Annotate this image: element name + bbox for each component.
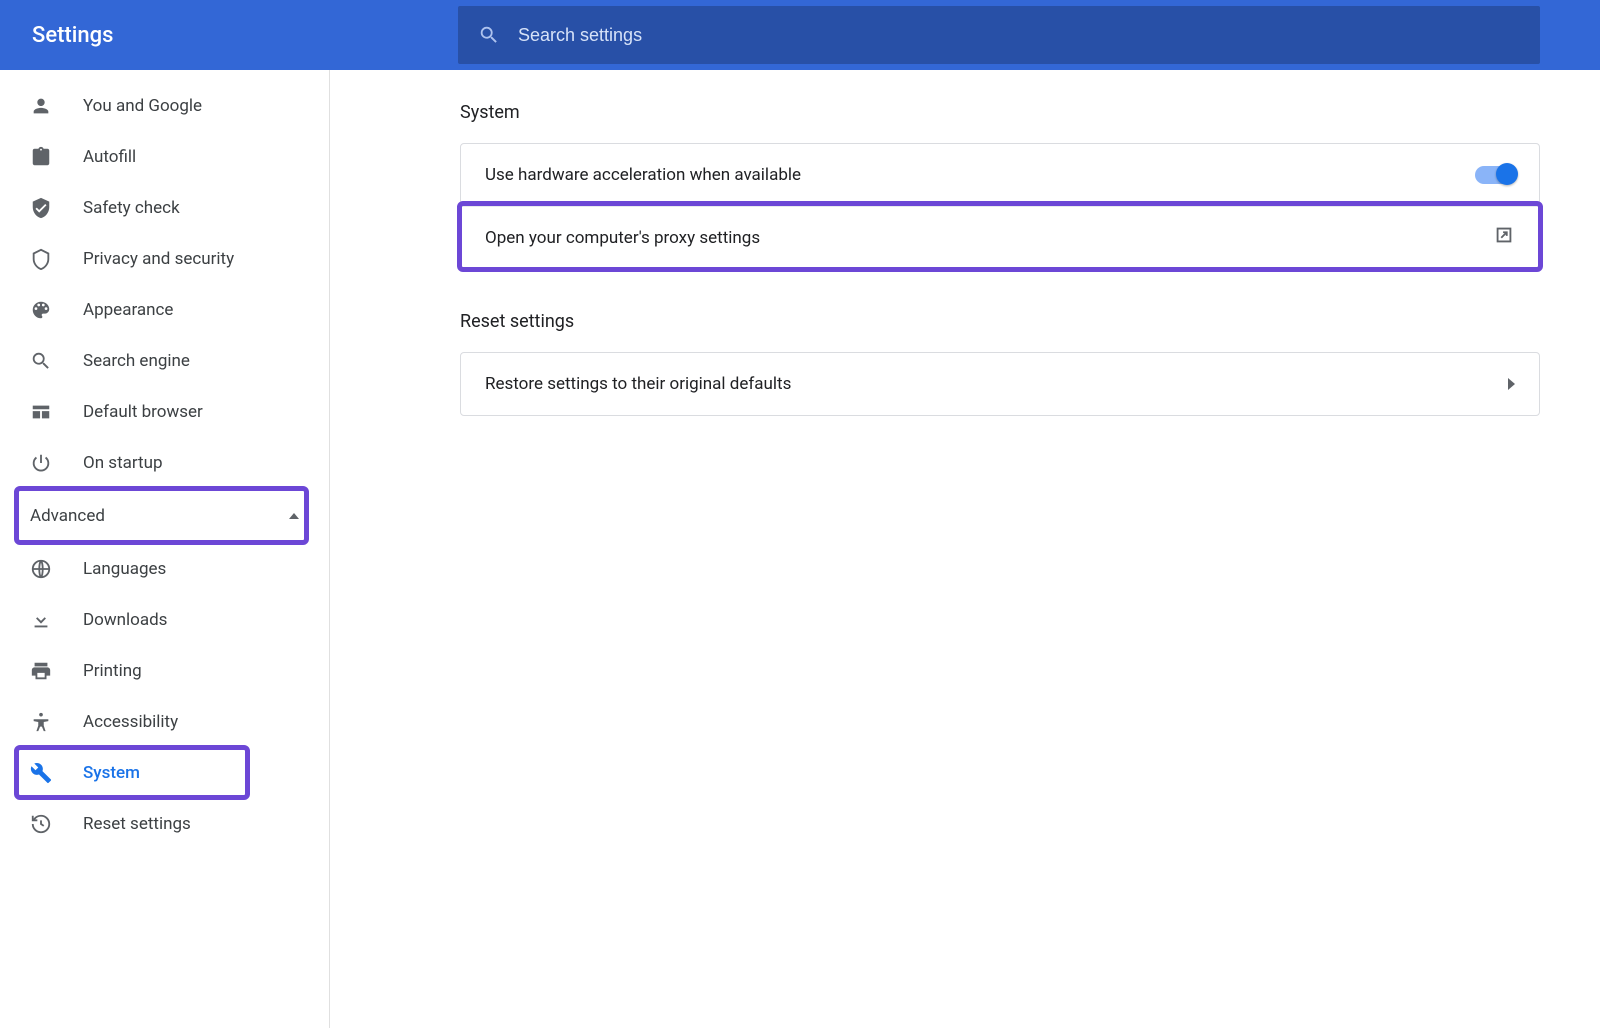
- printer-icon: [30, 660, 52, 682]
- shield-check-icon: [30, 197, 52, 219]
- accessibility-icon: [30, 711, 52, 733]
- header-toolbar: Settings: [0, 0, 1600, 70]
- toggle-thumb: [1496, 163, 1518, 185]
- sidebar-label: Appearance: [83, 300, 173, 320]
- sidebar-label: Search engine: [83, 351, 190, 371]
- clipboard-icon: [30, 146, 52, 168]
- settings-sidebar: You and Google Autofill Safety check Pri…: [0, 70, 330, 1028]
- sidebar-label: Privacy and security: [83, 249, 234, 269]
- person-icon: [30, 95, 52, 117]
- globe-icon: [30, 558, 52, 580]
- page-title: Settings: [32, 23, 113, 48]
- sidebar-item-autofill[interactable]: Autofill: [0, 131, 329, 182]
- download-icon: [30, 609, 52, 631]
- sidebar-label: Printing: [83, 661, 142, 681]
- advanced-label: Advanced: [30, 506, 105, 526]
- sidebar-item-on-startup[interactable]: On startup: [0, 437, 329, 488]
- setting-label: Restore settings to their original defau…: [485, 374, 791, 394]
- reset-settings-card: Restore settings to their original defau…: [460, 352, 1540, 416]
- external-link-icon: [1493, 224, 1515, 251]
- sidebar-label: You and Google: [83, 96, 202, 116]
- search-icon: [478, 24, 500, 46]
- sidebar-item-privacy[interactable]: Privacy and security: [0, 233, 329, 284]
- search-field[interactable]: [458, 6, 1540, 64]
- sidebar-label: Downloads: [83, 610, 167, 630]
- sidebar-item-downloads[interactable]: Downloads: [0, 594, 329, 645]
- sidebar-item-default-browser[interactable]: Default browser: [0, 386, 329, 437]
- chevron-up-icon: [289, 513, 299, 519]
- arrow-right-icon: [1508, 378, 1515, 390]
- sidebar-item-printing[interactable]: Printing: [0, 645, 329, 696]
- sidebar-item-accessibility[interactable]: Accessibility: [0, 696, 329, 747]
- sidebar-item-languages[interactable]: Languages: [0, 543, 329, 594]
- section-title-reset: Reset settings: [460, 311, 1540, 332]
- setting-hw-accel[interactable]: Use hardware acceleration when available: [461, 144, 1539, 206]
- sidebar-item-you-and-google[interactable]: You and Google: [0, 80, 329, 131]
- search-input[interactable]: [518, 25, 1520, 46]
- sidebar-label: Reset settings: [83, 814, 191, 834]
- sidebar-advanced-toggle[interactable]: Advanced: [0, 488, 329, 543]
- setting-label: Use hardware acceleration when available: [485, 165, 801, 185]
- main-content: System Use hardware acceleration when av…: [330, 70, 1600, 1028]
- setting-proxy[interactable]: Open your computer's proxy settings: [461, 206, 1539, 268]
- sidebar-label: Autofill: [83, 147, 136, 167]
- wrench-icon: [30, 762, 52, 784]
- sidebar-item-safety-check[interactable]: Safety check: [0, 182, 329, 233]
- setting-label: Open your computer's proxy settings: [485, 228, 760, 248]
- sidebar-label: Accessibility: [83, 712, 178, 732]
- setting-restore-defaults[interactable]: Restore settings to their original defau…: [461, 353, 1539, 415]
- sidebar-item-appearance[interactable]: Appearance: [0, 284, 329, 335]
- system-settings-card: Use hardware acceleration when available…: [460, 143, 1540, 269]
- sidebar-label: Default browser: [83, 402, 203, 422]
- sidebar-item-system[interactable]: System: [0, 747, 329, 798]
- section-title-system: System: [460, 102, 1540, 123]
- search-icon: [30, 350, 52, 372]
- sidebar-label: System: [83, 763, 140, 783]
- restore-icon: [30, 813, 52, 835]
- shield-icon: [30, 248, 52, 270]
- sidebar-item-search-engine[interactable]: Search engine: [0, 335, 329, 386]
- sidebar-label: On startup: [83, 453, 163, 473]
- toggle-hw-accel[interactable]: [1475, 166, 1515, 184]
- sidebar-label: Safety check: [83, 198, 180, 218]
- palette-icon: [30, 299, 52, 321]
- sidebar-item-reset-settings[interactable]: Reset settings: [0, 798, 329, 849]
- power-icon: [30, 452, 52, 474]
- browser-icon: [30, 401, 52, 423]
- sidebar-label: Languages: [83, 559, 166, 579]
